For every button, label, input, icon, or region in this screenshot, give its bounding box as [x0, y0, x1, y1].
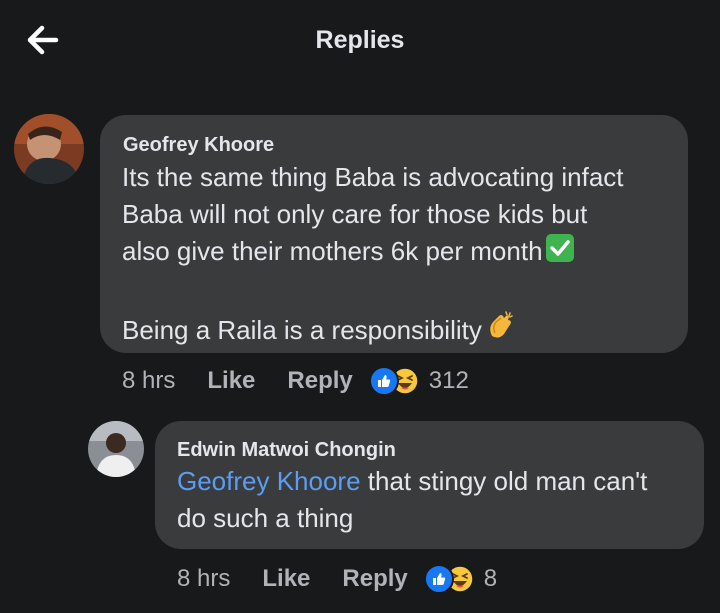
- reply-time: 8 hrs: [177, 565, 231, 592]
- like-reaction-icon: [423, 564, 454, 594]
- clapping-hands-emoji: [484, 310, 516, 352]
- reaction-count: 8: [483, 565, 498, 592]
- reply-bubble: Edwin Matwoi Chongin Geofrey Khoore that…: [155, 421, 704, 549]
- comment-line: Its the same thing Baba is advocating in…: [122, 162, 624, 192]
- page-title: Replies: [315, 26, 405, 54]
- like-reaction-icon: [368, 366, 399, 396]
- reply-line: do such a thing: [177, 503, 354, 533]
- reply-author[interactable]: Edwin Matwoi Chongin: [177, 439, 396, 462]
- reactions[interactable]: 8: [423, 564, 498, 594]
- reply-button[interactable]: Reply: [287, 367, 352, 395]
- avatar[interactable]: [14, 114, 84, 184]
- comment-line-text: Being a Raila is a responsibility: [122, 315, 482, 345]
- comment-actions: 8 hrs Like Reply 312: [122, 366, 469, 396]
- mention-link[interactable]: Geofrey Khoore: [177, 466, 361, 496]
- reply-text: Geofrey Khoore that stingy old man can't…: [177, 463, 701, 537]
- top-bar: Replies: [0, 0, 720, 84]
- like-button[interactable]: Like: [207, 367, 255, 395]
- reply-line-text: that stingy old man can't: [360, 466, 648, 496]
- reply-line: Geofrey Khoore that stingy old man can't: [177, 463, 701, 500]
- comment-line: also give their mothers 6k per month: [122, 233, 682, 273]
- comment-author[interactable]: Geofrey Khoore: [123, 134, 274, 157]
- comment-line: Baba will not only care for those kids b…: [122, 199, 588, 229]
- avatar[interactable]: [88, 421, 144, 477]
- like-button[interactable]: Like: [262, 565, 310, 593]
- reply-actions: 8 hrs Like Reply 8: [177, 564, 497, 594]
- comment-line-text: also give their mothers 6k per month: [122, 236, 543, 266]
- reaction-count: 312: [428, 367, 469, 394]
- comment-line: Being a Raila is a responsibility: [122, 310, 682, 352]
- reply-button[interactable]: Reply: [342, 565, 407, 593]
- reactions[interactable]: 312: [368, 366, 469, 396]
- comment-time: 8 hrs: [122, 367, 176, 394]
- comment-bubble: Geofrey Khoore Its the same thing Baba i…: [100, 115, 688, 353]
- comment-text: Its the same thing Baba is advocating in…: [122, 159, 682, 352]
- check-mark-emoji: [545, 233, 575, 273]
